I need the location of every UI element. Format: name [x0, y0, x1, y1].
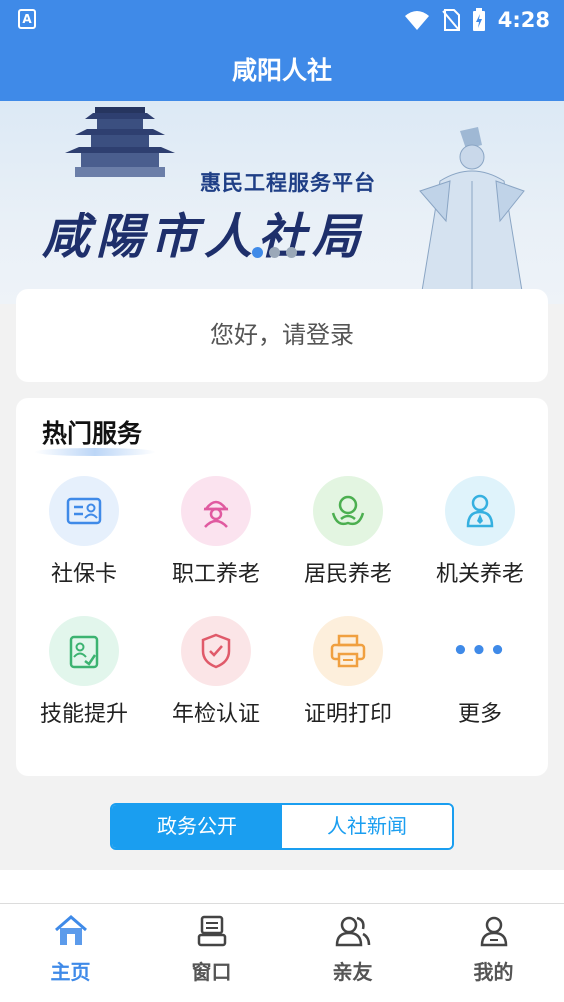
window-counter-icon: [141, 912, 282, 950]
tab-gov-affairs[interactable]: 政务公开: [112, 805, 282, 848]
status-bar: A 4:28: [0, 0, 564, 40]
service-certificate-print[interactable]: 证明打印: [288, 616, 408, 728]
profile-icon: [423, 912, 564, 950]
service-label: 社保卡: [50, 562, 117, 587]
service-resident-pension[interactable]: 居民养老: [288, 476, 408, 588]
battery-charging-icon: [472, 8, 485, 31]
banner-title: 咸陽市人社局: [42, 209, 367, 265]
banner-carousel[interactable]: 惠民工程服务平台 咸陽市人社局: [0, 101, 564, 304]
bottom-tab-bar: 主页 窗口 亲友 我的: [0, 903, 564, 1002]
status-icons: 4:28: [404, 6, 550, 34]
service-annual-verification[interactable]: 年检认证: [156, 616, 276, 728]
home-icon: [0, 912, 141, 950]
login-prompt-text: 您好，请登录: [210, 321, 354, 349]
service-label: 居民养老: [303, 562, 392, 587]
service-social-card[interactable]: 社保卡: [24, 476, 144, 588]
more-dots-icon: •••: [452, 636, 508, 666]
carousel-dot: [286, 247, 297, 258]
section-title: 热门服务: [42, 419, 143, 448]
statue-illustration: [419, 127, 525, 292]
clock: 4:28: [497, 8, 550, 32]
printer-icon: [313, 616, 383, 686]
service-label: 职工养老: [171, 562, 260, 587]
carousel-dot: [269, 247, 280, 258]
service-label: 技能提升: [39, 702, 128, 727]
friends-icon: [282, 912, 423, 950]
service-worker-pension[interactable]: 职工养老: [156, 476, 276, 588]
service-label: 证明打印: [303, 702, 392, 727]
resident-hands-icon: [313, 476, 383, 546]
service-label: 年检认证: [171, 702, 260, 727]
official-person-icon: [445, 476, 515, 546]
tab-label: 主页: [50, 960, 91, 984]
no-sim-icon: [442, 9, 460, 31]
service-official-pension[interactable]: 机关养老: [420, 476, 540, 588]
shield-check-icon: [181, 616, 251, 686]
hot-services-panel: 热门服务 社保卡 职工养老 居民养老 机关养老 技能提升 年检认证 证明打印 •…: [16, 398, 548, 776]
section-title-underline: [34, 448, 156, 456]
tab-window[interactable]: 窗口: [141, 904, 282, 1002]
app-notification-icon: A: [18, 9, 36, 29]
drum-tower-illustration: [65, 107, 175, 177]
skill-clipboard-icon: [49, 616, 119, 686]
tab-label: 亲友: [332, 960, 373, 984]
tab-label: 窗口: [191, 960, 232, 984]
service-label: 机关养老: [435, 562, 524, 587]
wifi-icon: [404, 11, 429, 30]
tab-hr-news[interactable]: 人社新闻: [282, 805, 452, 848]
login-prompt-card[interactable]: 您好，请登录: [16, 289, 548, 382]
service-label: 更多: [457, 702, 502, 727]
news-segment-control: 政务公开 人社新闻: [110, 803, 454, 850]
service-skill-upgrade[interactable]: 技能提升: [24, 616, 144, 728]
social-card-icon: [49, 476, 119, 546]
carousel-dot-active: [252, 247, 263, 258]
tab-friends[interactable]: 亲友: [282, 904, 423, 1002]
tab-profile[interactable]: 我的: [423, 904, 564, 1002]
news-content-area: [0, 870, 564, 904]
banner-subtitle: 惠民工程服务平台: [200, 171, 376, 195]
service-more[interactable]: ••• 更多: [420, 616, 540, 728]
page-title: 咸阳人社: [0, 40, 564, 101]
worker-helmet-icon: [181, 476, 251, 546]
carousel-indicator: [252, 247, 297, 258]
tab-label: 我的: [473, 960, 514, 984]
tab-home[interactable]: 主页: [0, 904, 141, 1002]
